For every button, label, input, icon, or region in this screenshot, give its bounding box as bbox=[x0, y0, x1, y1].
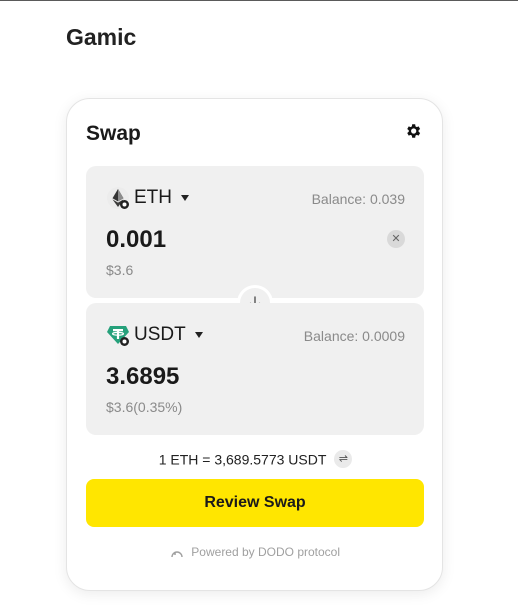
app-title: Gamic bbox=[66, 24, 137, 50]
swap-rate-icon[interactable]: ⇌ bbox=[334, 450, 353, 469]
to-amount-input[interactable] bbox=[106, 363, 346, 391]
clear-icon[interactable]: ✕ bbox=[387, 230, 405, 248]
to-token-symbol: USDT bbox=[134, 324, 186, 345]
swap-card: Swap ETH Balance: 0.039 ✕ $3.6 bbox=[66, 98, 443, 591]
exchange-rate: 1 ETH = 3,689.5773 USDT ⇌ bbox=[67, 450, 444, 469]
to-token-selector[interactable]: USDT bbox=[106, 323, 203, 347]
tether-icon bbox=[106, 323, 130, 347]
to-token-panel: USDT Balance: 0.0009 $3.6(0.35%) bbox=[86, 303, 424, 435]
chevron-down-icon bbox=[194, 332, 203, 338]
from-balance: Balance: 0.039 bbox=[311, 191, 405, 207]
to-usd-value: $3.6(0.35%) bbox=[106, 399, 183, 415]
exchange-rate-text: 1 ETH = 3,689.5773 USDT bbox=[158, 451, 327, 468]
powered-by: Powered by DODO protocol bbox=[67, 545, 444, 559]
ethereum-icon bbox=[106, 186, 130, 210]
from-token-symbol: ETH bbox=[134, 187, 172, 208]
gear-icon[interactable] bbox=[404, 122, 422, 140]
from-usd-value: $3.6 bbox=[106, 262, 134, 278]
from-amount-input[interactable] bbox=[106, 226, 346, 254]
to-balance: Balance: 0.0009 bbox=[303, 328, 405, 344]
from-token-selector[interactable]: ETH bbox=[106, 186, 189, 210]
window-top-border bbox=[0, 0, 518, 1]
dodo-logo-icon bbox=[171, 551, 183, 558]
chevron-down-icon bbox=[181, 195, 189, 201]
swap-title: Swap bbox=[86, 122, 141, 145]
review-swap-button[interactable]: Review Swap bbox=[86, 479, 424, 527]
powered-by-text: Powered by DODO protocol bbox=[191, 545, 341, 559]
from-token-panel: ETH Balance: 0.039 ✕ $3.6 bbox=[86, 166, 424, 298]
